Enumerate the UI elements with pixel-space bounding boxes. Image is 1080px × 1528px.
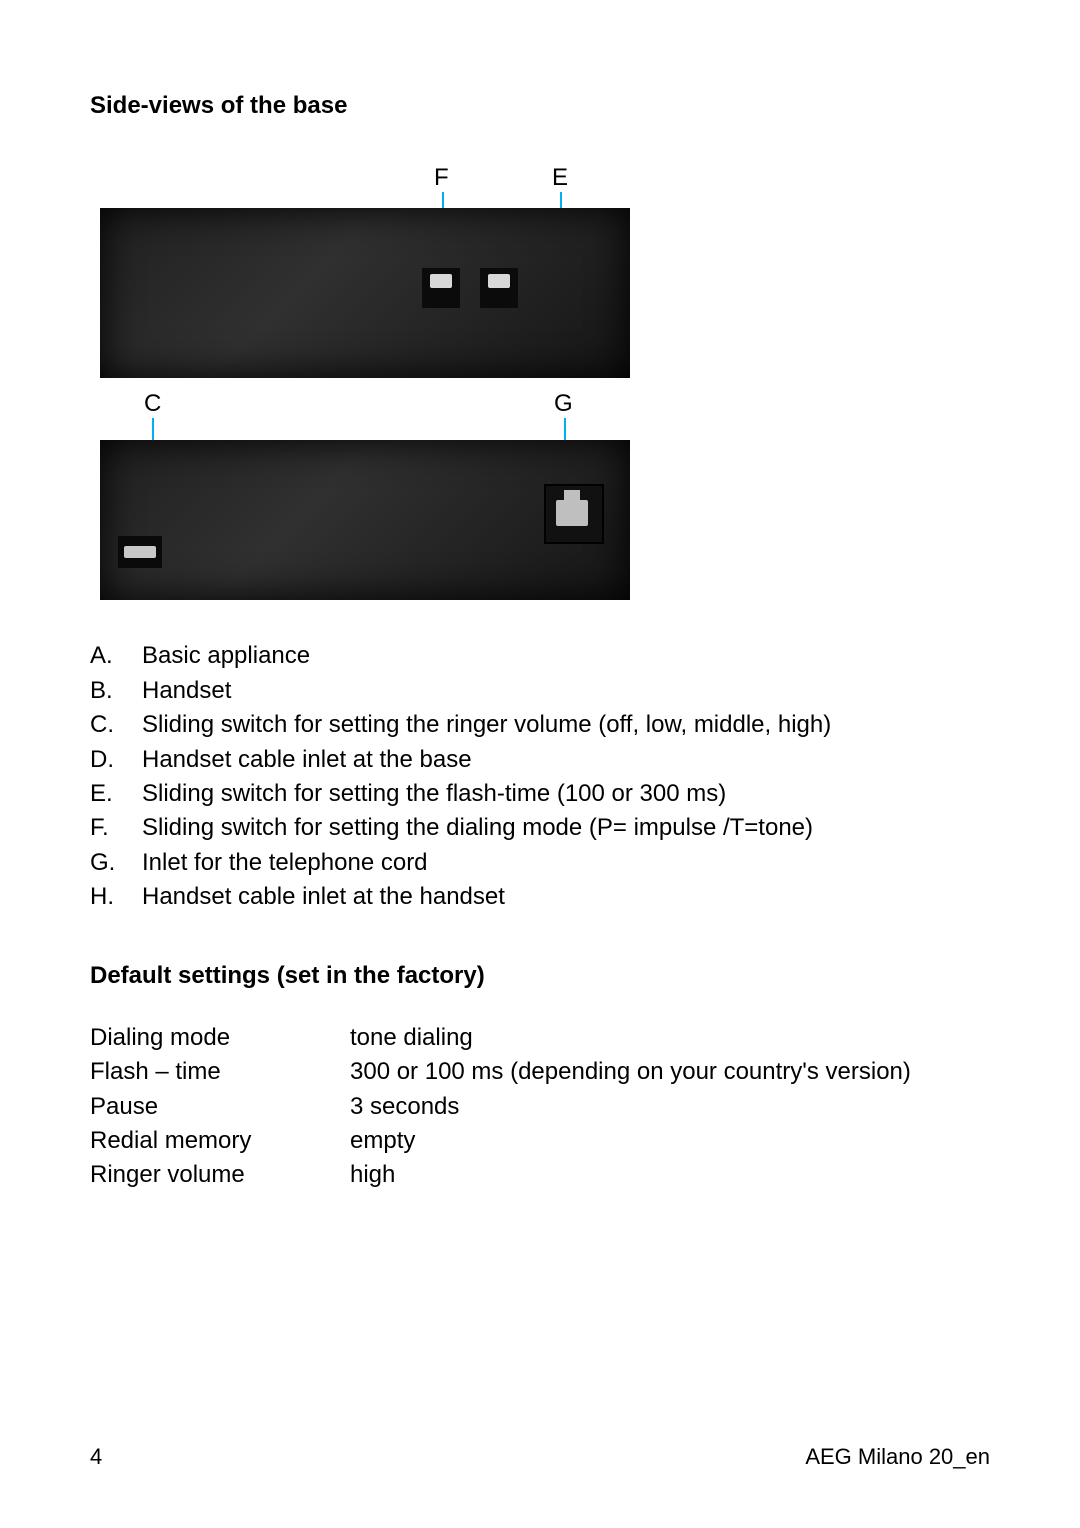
list-item-text: Basic appliance <box>142 640 310 672</box>
figure-mid-labels: C G <box>100 388 630 434</box>
figure-photo-bottom <box>100 440 630 600</box>
section-title-side-views: Side-views of the base <box>90 90 990 122</box>
list-item-letter: A. <box>90 640 142 672</box>
setting-value: 3 seconds <box>350 1091 990 1123</box>
list-item: A. Basic appliance <box>90 640 990 672</box>
list-item-text: Sliding switch for setting the flash-tim… <box>142 778 726 810</box>
list-item-text: Handset <box>142 675 231 707</box>
list-item-letter: E. <box>90 778 142 810</box>
legend-list: A. Basic appliance B. Handset C. Sliding… <box>90 640 990 913</box>
setting-value: empty <box>350 1125 990 1157</box>
figure-photo-top <box>100 208 630 378</box>
settings-table: Dialing mode tone dialing Flash – time 3… <box>90 1022 990 1192</box>
figure-pointer-g <box>564 418 566 440</box>
list-item-letter: B. <box>90 675 142 707</box>
figure-side-views: F E C G <box>100 162 630 600</box>
setting-label: Dialing mode <box>90 1022 350 1054</box>
list-item-text: Handset cable inlet at the base <box>142 744 472 776</box>
figure-pointer-c <box>152 418 154 440</box>
slot-icon <box>118 536 162 568</box>
list-item-letter: G. <box>90 847 142 879</box>
setting-label: Ringer volume <box>90 1159 350 1191</box>
list-item-text: Sliding switch for setting the dialing m… <box>142 812 813 844</box>
figure-label-e: E <box>552 162 568 194</box>
list-item: C. Sliding switch for setting the ringer… <box>90 709 990 741</box>
setting-value: high <box>350 1159 990 1191</box>
list-item: G. Inlet for the telephone cord <box>90 847 990 879</box>
list-item-text: Handset cable inlet at the handset <box>142 881 505 913</box>
rj-port-icon <box>544 484 604 544</box>
list-item: E. Sliding switch for setting the flash-… <box>90 778 990 810</box>
switch-icon <box>480 268 518 308</box>
switch-icon <box>422 268 460 308</box>
list-item: D. Handset cable inlet at the base <box>90 744 990 776</box>
list-item-letter: C. <box>90 709 142 741</box>
document-page: Side-views of the base F E C G A. Basi <box>0 0 1080 1528</box>
list-item: B. Handset <box>90 675 990 707</box>
doc-name: AEG Milano 20_en <box>805 1442 990 1472</box>
list-item: F. Sliding switch for setting the dialin… <box>90 812 990 844</box>
figure-top-labels: F E <box>100 162 630 208</box>
setting-value: 300 or 100 ms (depending on your country… <box>350 1056 990 1088</box>
list-item-text: Inlet for the telephone cord <box>142 847 428 879</box>
setting-label: Redial memory <box>90 1125 350 1157</box>
section-title-default-settings: Default settings (set in the factory) <box>90 960 990 992</box>
setting-value: tone dialing <box>350 1022 990 1054</box>
list-item-letter: D. <box>90 744 142 776</box>
figure-label-c: C <box>144 388 161 420</box>
figure-label-f: F <box>434 162 449 194</box>
setting-label: Flash – time <box>90 1056 350 1088</box>
page-footer: 4 AEG Milano 20_en <box>90 1442 990 1472</box>
figure-label-g: G <box>554 388 573 420</box>
page-number: 4 <box>90 1442 102 1472</box>
list-item-letter: F. <box>90 812 142 844</box>
list-item: H. Handset cable inlet at the handset <box>90 881 990 913</box>
list-item-text: Sliding switch for setting the ringer vo… <box>142 709 831 741</box>
list-item-letter: H. <box>90 881 142 913</box>
setting-label: Pause <box>90 1091 350 1123</box>
